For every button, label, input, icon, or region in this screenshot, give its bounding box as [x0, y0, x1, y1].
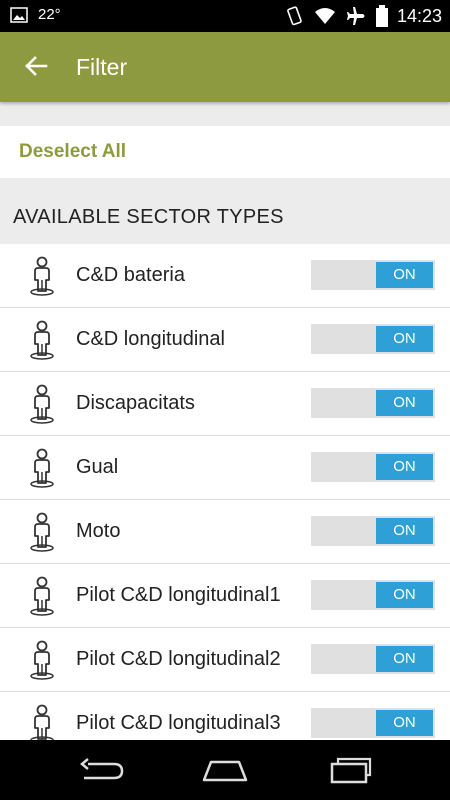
sector-row: C&D longitudinal ON	[0, 308, 450, 372]
sector-row: Moto ON	[0, 500, 450, 564]
sector-label: Pilot C&D longitudinal2	[76, 648, 281, 670]
wifi-icon	[314, 8, 335, 24]
image-icon	[10, 6, 28, 23]
nav-bar	[0, 740, 450, 800]
section-header: AVAILABLE SECTOR TYPES	[13, 206, 284, 228]
home-nav-icon[interactable]	[200, 756, 250, 784]
back-nav-icon[interactable]	[76, 756, 126, 784]
sector-label: C&D bateria	[76, 264, 185, 286]
sector-label: Pilot C&D longitudinal1	[76, 584, 281, 606]
status-bar: 22° 14:23	[0, 0, 450, 32]
temperature: 22°	[38, 6, 61, 23]
parking-person-icon	[30, 704, 54, 740]
sector-row: Pilot C&D longitudinal2 ON	[0, 628, 450, 692]
sector-row: C&D bateria ON	[0, 244, 450, 308]
deselect-all-button[interactable]: Deselect All	[19, 141, 126, 163]
app-bar: Filter	[0, 32, 450, 102]
sector-toggle[interactable]: ON	[311, 260, 435, 290]
parking-person-icon	[30, 512, 54, 552]
toggle-on-label: ON	[376, 454, 433, 480]
sector-row: Pilot C&D longitudinal3 ON	[0, 692, 450, 740]
sector-label: Moto	[76, 520, 121, 542]
sector-label: Pilot C&D longitudinal3	[76, 712, 281, 734]
sector-toggle[interactable]: ON	[311, 580, 435, 610]
sector-toggle[interactable]: ON	[311, 388, 435, 418]
sector-row: Pilot C&D longitudinal1 ON	[0, 564, 450, 628]
sector-list: C&D bateria ON C&D longitudinal ON Disca…	[0, 244, 450, 740]
sector-label: C&D longitudinal	[76, 328, 225, 350]
sector-row: Gual ON	[0, 436, 450, 500]
toggle-on-label: ON	[376, 582, 433, 608]
airplane-icon	[346, 7, 365, 25]
toggle-on-label: ON	[376, 710, 433, 736]
sector-toggle[interactable]: ON	[311, 516, 435, 546]
clock: 14:23	[396, 5, 442, 26]
parking-person-icon	[30, 448, 54, 488]
battery-icon	[375, 5, 388, 27]
sector-label: Discapacitats	[76, 392, 195, 414]
toggle-on-label: ON	[376, 390, 433, 416]
recents-nav-icon[interactable]	[328, 756, 378, 784]
deselect-row: Deselect All	[0, 126, 450, 178]
page-title: Filter	[76, 54, 128, 80]
sector-toggle[interactable]: ON	[311, 324, 435, 354]
parking-person-icon	[30, 256, 54, 296]
parking-person-icon	[30, 320, 54, 360]
parking-person-icon	[30, 384, 54, 424]
toggle-on-label: ON	[376, 518, 433, 544]
back-arrow-icon[interactable]	[22, 52, 50, 80]
sector-row: Discapacitats ON	[0, 372, 450, 436]
parking-person-icon	[30, 640, 54, 680]
sector-toggle[interactable]: ON	[311, 452, 435, 482]
parking-person-icon	[30, 576, 54, 616]
toggle-on-label: ON	[376, 326, 433, 352]
vibrate-icon	[287, 6, 302, 26]
toggle-on-label: ON	[376, 646, 433, 672]
sector-toggle[interactable]: ON	[311, 708, 435, 738]
sector-label: Gual	[76, 456, 119, 478]
toggle-on-label: ON	[376, 262, 433, 288]
sector-toggle[interactable]: ON	[311, 644, 435, 674]
